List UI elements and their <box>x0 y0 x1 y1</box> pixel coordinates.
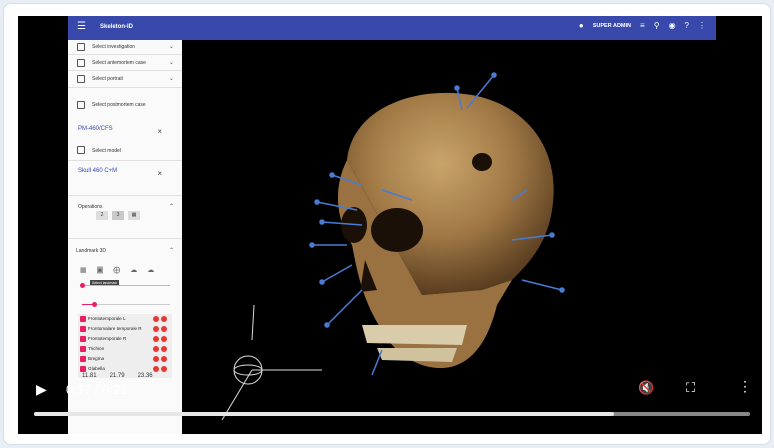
list-item[interactable]: Bregma <box>78 354 172 364</box>
chevron-up-icon[interactable]: ⌃ <box>169 247 174 254</box>
app-title: Skeleton-ID <box>100 24 134 30</box>
video-player[interactable]: ☰ Skeleton-ID ● SUPER ADMIN ≡ ⚲ ◉ ? ⋮ Se… <box>18 16 762 434</box>
sidebar: Select investigation ⌄ Select antemortem… <box>68 40 182 434</box>
edit-icon[interactable] <box>161 326 167 332</box>
list-item[interactable]: Frontotemporale L <box>78 314 172 324</box>
more-vert-icon[interactable]: ⋮ <box>738 378 752 395</box>
checkbox[interactable] <box>80 356 86 362</box>
list-item[interactable]: Frontomalare temporale R <box>78 324 172 334</box>
landmark-list: Frontotemporale L Frontomalare temporale… <box>78 314 172 378</box>
postmortem-label: Select postmortem case <box>92 102 146 108</box>
postmortem-value[interactable]: PM-460/CFS <box>78 126 113 132</box>
more-vert-icon[interactable]: ⋮ <box>698 21 706 30</box>
mute-icon[interactable]: 🔇 <box>638 380 654 396</box>
model-icon <box>77 146 85 154</box>
remove-icon[interactable] <box>153 346 159 352</box>
remove-icon[interactable] <box>153 316 159 322</box>
model-label: Select model <box>92 148 121 154</box>
select-tool-icon[interactable]: ▣ <box>96 266 104 274</box>
chevron-up-icon[interactable]: ⌃ <box>169 203 174 210</box>
edit-icon[interactable] <box>161 346 167 352</box>
right-orbit <box>371 208 423 252</box>
upper-teeth <box>362 325 467 345</box>
antemortem-row[interactable]: Select antemortem case ⌄ <box>68 55 182 71</box>
3d-viewport[interactable] <box>182 40 716 434</box>
clear-icon[interactable]: × <box>157 127 162 136</box>
checkbox[interactable] <box>80 316 86 322</box>
app-bar: ☰ Skeleton-ID ● SUPER ADMIN ≡ ⚲ ◉ ? ⋮ <box>68 16 716 40</box>
progress-fill <box>34 412 614 416</box>
chevron-down-icon[interactable]: ⌄ <box>169 75 174 82</box>
lower-teeth <box>377 348 457 362</box>
model-row[interactable]: Skull 460 C+M × <box>68 161 182 196</box>
remove-icon[interactable] <box>153 326 159 332</box>
investigation-icon <box>77 43 85 51</box>
settings-sliders-icon[interactable]: ≡ <box>640 21 645 30</box>
fullscreen-icon[interactable]: ⛶ <box>686 380 695 396</box>
antemortem-icon <box>77 59 85 67</box>
opacity-slider-knob[interactable] <box>92 302 97 307</box>
time-display: 0:17 / 0:21 <box>66 382 128 397</box>
edit-icon[interactable] <box>161 316 167 322</box>
remove-icon[interactable] <box>153 336 159 342</box>
list-item[interactable]: Trichion <box>78 344 172 354</box>
coord-y[interactable]: 21.79 <box>110 373 125 379</box>
investigation-label: Select investigation <box>92 44 136 50</box>
landmark-tools: ▦ ▣ ⨁ ☁ ☁ <box>80 266 154 274</box>
landmark-coordinates: 11.81 21.79 23.36 <box>82 373 153 379</box>
cloud-download-icon[interactable]: ☁ <box>147 266 154 274</box>
play-icon[interactable]: ▶ <box>36 381 47 398</box>
checkbox[interactable] <box>80 366 86 372</box>
checkbox[interactable] <box>80 326 86 332</box>
postmortem-icon <box>77 101 85 109</box>
edit-icon[interactable] <box>161 366 167 372</box>
user-name[interactable]: SUPER ADMIN <box>593 23 631 29</box>
chevron-down-icon[interactable]: ⌄ <box>169 59 174 66</box>
landmark-3d-label: Landmark 3D <box>76 248 107 254</box>
remove-icon[interactable] <box>153 356 159 362</box>
antemortem-label: Select antemortem case <box>92 60 146 66</box>
cloud-upload-icon[interactable]: ☁ <box>130 266 137 274</box>
checkbox[interactable] <box>80 336 86 342</box>
operation-3d-button[interactable]: 3 <box>112 211 124 220</box>
pin-tool-icon[interactable]: ▦ <box>80 266 87 274</box>
operation-buttons: 2 3 ▦ <box>96 211 140 220</box>
edit-icon[interactable] <box>161 336 167 342</box>
size-slider-knob[interactable] <box>80 283 85 288</box>
operation-2d-button[interactable]: 2 <box>96 211 108 220</box>
help-icon[interactable]: ? <box>685 21 689 30</box>
grid-tool-icon[interactable]: ⨁ <box>113 266 120 274</box>
chevron-down-icon[interactable]: ⌄ <box>169 43 174 50</box>
cranial-defect <box>472 153 492 171</box>
skeleton-id-app: ☰ Skeleton-ID ● SUPER ADMIN ≡ ⚲ ◉ ? ⋮ Se… <box>68 16 716 434</box>
axis-gizmo <box>221 304 322 421</box>
location-pin-icon[interactable]: ⚲ <box>654 21 660 30</box>
portrait-icon <box>77 75 85 83</box>
coord-z[interactable]: 23.36 <box>138 373 153 379</box>
skull-badge-icon[interactable]: ◉ <box>669 21 676 30</box>
portrait-label: Select portrait <box>92 76 123 82</box>
coord-x[interactable]: 11.81 <box>82 373 97 379</box>
menu-icon[interactable]: ☰ <box>77 22 86 32</box>
investigation-row[interactable]: Select investigation ⌄ <box>68 40 182 55</box>
postmortem-row[interactable]: Select postmortem case PM-460/CFS × Sele… <box>68 88 182 161</box>
progress-bar[interactable] <box>34 412 750 416</box>
edit-icon[interactable] <box>161 356 167 362</box>
user-icon: ● <box>578 21 584 30</box>
video-card: ☰ Skeleton-ID ● SUPER ADMIN ≡ ⚲ ◉ ? ⋮ Se… <box>3 3 771 445</box>
operation-overlay-button[interactable]: ▦ <box>128 211 140 220</box>
opacity-slider[interactable] <box>82 302 170 307</box>
list-item[interactable]: Frontotemporale R <box>78 334 172 344</box>
skull-model <box>221 72 565 421</box>
clear-icon[interactable]: × <box>157 169 162 178</box>
remove-icon[interactable] <box>153 366 159 372</box>
size-slider[interactable] <box>80 283 170 288</box>
checkbox[interactable] <box>80 346 86 352</box>
portrait-row[interactable]: Select portrait ⌄ <box>68 71 182 88</box>
model-value[interactable]: Skull 460 C+M <box>78 168 117 174</box>
operations-label: Operations <box>78 204 103 210</box>
